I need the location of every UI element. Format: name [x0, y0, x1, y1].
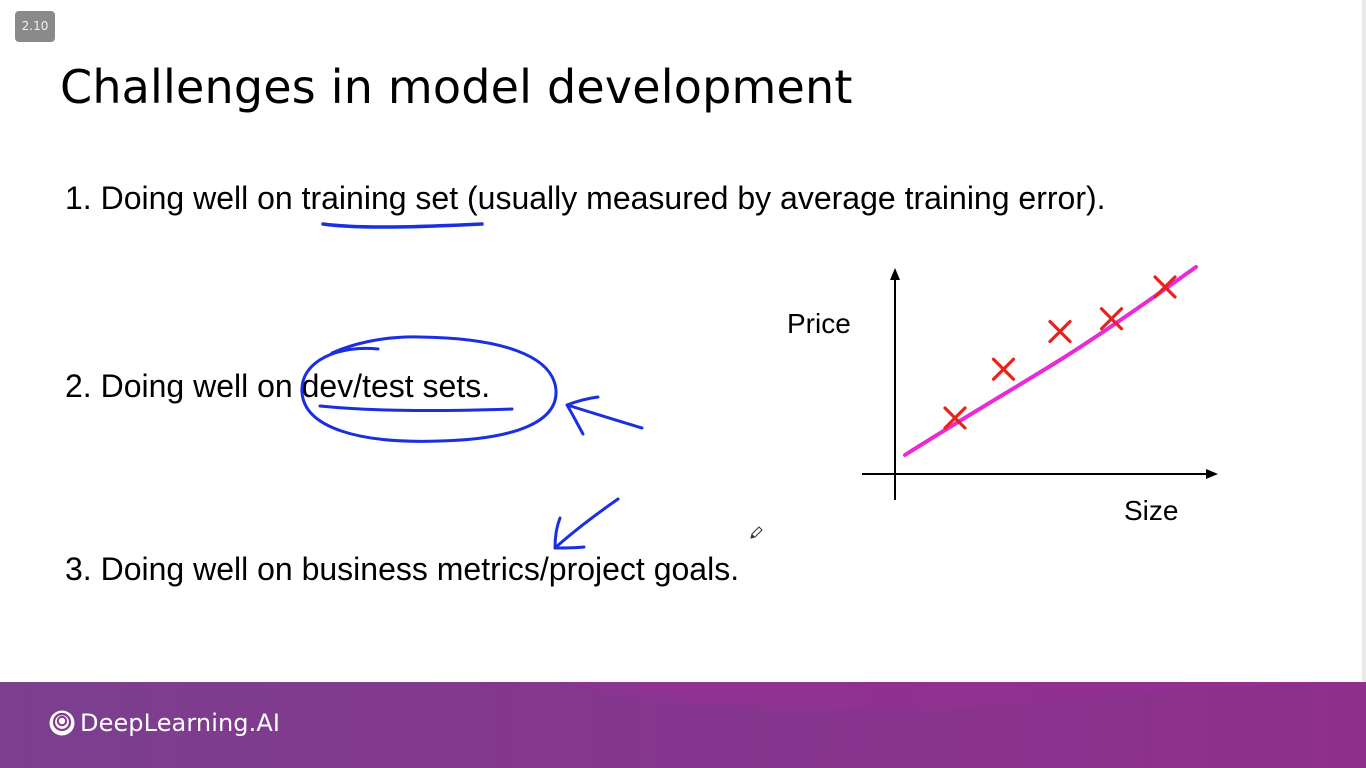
y-axis-label: Price: [787, 308, 851, 339]
brand-name: DeepLearning.AI: [80, 709, 281, 737]
chart-marks: [903, 265, 1198, 457]
arrow-to-dev-test: [565, 395, 644, 436]
list-item-1: 1. Doing well on training set (usually m…: [65, 180, 1106, 216]
footer-bar: DeepLearning.AI: [0, 682, 1366, 768]
data-point-3: [1048, 319, 1072, 344]
fit-line: [903, 265, 1198, 457]
underline-dev-test-sets: [318, 404, 514, 413]
underline-training-set: [321, 222, 484, 229]
list-item-2: 2. Doing well on dev/test sets.: [65, 368, 491, 404]
slide: 2.10 Challenges in model development 1. …: [0, 0, 1366, 682]
pencil-cursor-icon: [750, 526, 763, 539]
data-point-1: [943, 406, 967, 430]
list-item-3: 3. Doing well on business metrics/projec…: [65, 551, 740, 587]
x-axis-arrowhead: [1206, 469, 1218, 479]
y-axis-arrowhead: [890, 268, 900, 280]
slide-edge: [1362, 0, 1366, 682]
slide-number-badge: 2.10: [15, 11, 55, 42]
data-point-2: [991, 357, 1016, 381]
slide-title: Challenges in model development: [60, 60, 853, 114]
chart: [862, 265, 1218, 500]
deeplearning-logo-icon: [49, 710, 75, 736]
arrow-to-business-metrics: [553, 497, 620, 550]
x-axis-label: Size: [1124, 495, 1179, 526]
data-point-5: [1153, 275, 1177, 299]
data-point-4: [1099, 307, 1124, 331]
brand: DeepLearning.AI: [48, 709, 280, 737]
